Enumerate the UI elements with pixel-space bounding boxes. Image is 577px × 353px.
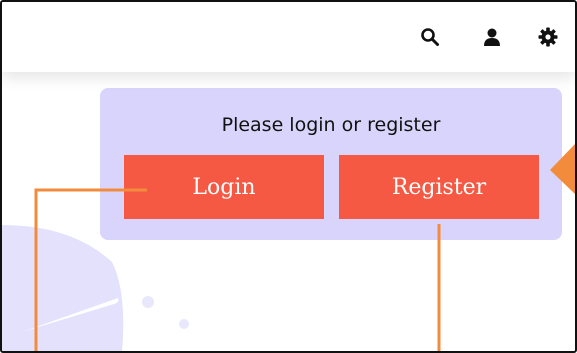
login-prompt: Please login or register [221, 114, 441, 136]
dot-decoration [142, 296, 154, 308]
user-icon[interactable] [481, 26, 503, 48]
dot-decoration [179, 319, 189, 329]
search-icon[interactable] [419, 26, 441, 48]
register-button[interactable]: Register [339, 155, 539, 219]
app-window: Please login or register Login Register [0, 0, 577, 353]
pie-decoration [2, 225, 124, 351]
gear-icon[interactable] [537, 26, 559, 48]
login-button[interactable]: Login [124, 155, 324, 219]
top-bar [2, 2, 575, 72]
login-card: Please login or register Login Register [100, 88, 562, 240]
